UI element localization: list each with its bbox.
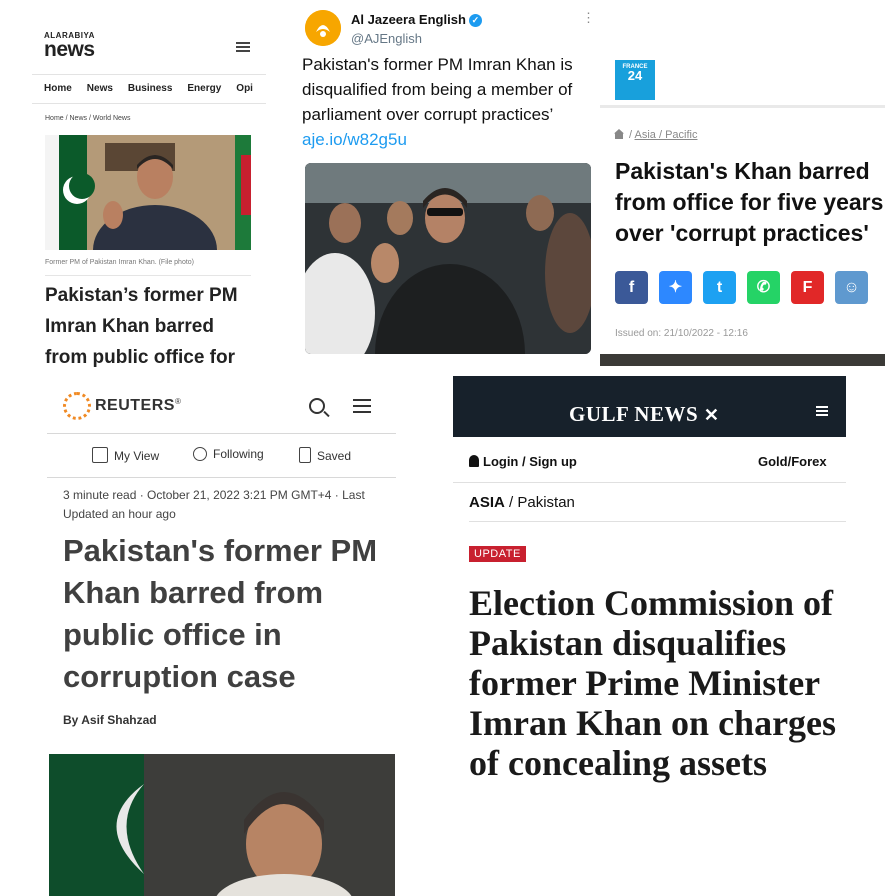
france24-logo[interactable]: FRANCE 24 [615,60,655,100]
reuters-toolbar: My View Following Saved [47,433,396,478]
reddit-icon[interactable]: ☺ [835,271,868,304]
alarabiya-article-screenshot: ALARABIYA news Home News Business Energy Opi… [0,0,266,376]
headline-line: Pakistan's Khan barred [615,158,870,184]
nav-item-energy[interactable]: Energy [187,75,221,103]
gulfnews-article-screenshot: GULF NEWS ✕ Login / Sign up Gold/Forex A… [453,376,846,896]
divider [45,275,251,276]
bookmark-icon [299,447,311,463]
headline-line: over 'corrupt practices' [615,220,869,246]
account-handle[interactable]: @AJEnglish [351,31,422,46]
my-view-icon [92,447,108,463]
breadcrumb: ASIA / Pakistan [469,494,575,511]
alarabiya-logo-big: news [44,38,95,61]
gulfnews-logo[interactable]: GULF NEWS ✕ [569,402,720,427]
flipboard-icon[interactable]: F [791,271,824,304]
tab-saved[interactable]: Saved [299,447,351,463]
twitter-icon[interactable]: t [703,271,736,304]
divider [469,521,846,522]
tab-label: Saved [317,449,352,463]
breadcrumb-asia[interactable]: ASIA [469,494,505,511]
article-photo-imran-khan [49,754,395,896]
byline[interactable]: By Asif Shahzad [63,713,157,727]
alarabiya-nav: Home News Business Energy Opi [32,74,266,104]
account-name-text: Al Jazeera English [351,12,466,27]
issued-date: Issued on: 21/10/2022 - 12:16 [615,328,748,339]
gulfnews-header: GULF NEWS ✕ [453,376,846,437]
messenger-icon[interactable]: ✦ [659,271,692,304]
article-meta: 3 minute read · October 21, 2022 3:21 PM… [63,488,365,521]
aljazeera-tweet-screenshot: Al Jazeera English ✓ @AJEnglish ⋮ Pakista… [300,0,600,362]
gulfnews-account-bar: Login / Sign up Gold/Forex [453,437,846,483]
hamburger-menu-icon[interactable] [236,42,250,52]
reuters-logo-icon [63,392,91,420]
next-photo-strip [600,354,885,366]
login-link[interactable]: Login / Sign up [469,454,577,469]
france24-header: FRANCE 24 [600,0,885,108]
gold-forex-link[interactable]: Gold/Forex [758,454,827,469]
reuters-wordmark: REUTERS [95,397,175,414]
tab-following[interactable]: Following [193,447,264,461]
more-options-icon[interactable]: ⋮ [582,10,595,26]
account-name[interactable]: Al Jazeera English ✓ [351,12,482,28]
home-icon[interactable] [614,129,624,139]
france24-article-screenshot: FRANCE 24 / Asia / Pacific Pakistan's Kh… [600,0,896,366]
nav-item-opinion[interactable]: Opi [236,75,253,103]
hamburger-menu-icon[interactable] [353,399,371,413]
reuters-article-screenshot: REUTERS® My View Following Saved 3 minut… [47,380,396,896]
article-photo-imran-khan [45,135,251,250]
reuters-logo[interactable]: REUTERS® [63,392,181,420]
tweet-link[interactable]: aje.io/w82g5u [302,130,407,149]
gulfnews-wordmark: GULF NEWS [569,402,699,426]
article-headline: Pakistan’s former PM Imran Khan barred f… [45,285,238,368]
update-badge: UPDATE [469,546,526,562]
person-icon [193,447,207,461]
aljazeera-logo-icon [305,10,341,46]
hamburger-menu-icon[interactable] [816,406,828,416]
breadcrumb-asia-pacific[interactable]: Asia / Pacific [635,129,698,141]
headline-line: from office for five years [615,189,884,215]
verified-badge-icon: ✓ [468,14,482,28]
user-icon [469,455,479,467]
breadcrumb[interactable]: Home / News / World News [45,115,130,122]
article-headline: Pakistan's former PM Khan barred from pu… [63,533,378,694]
photo-caption: Former PM of Pakistan Imran Khan. (File … [45,259,194,266]
breadcrumb: / Asia / Pacific [614,129,697,141]
photo-illustration [45,135,251,250]
article-headline: Election Commission of Pakistan disquali… [469,583,837,783]
tweet-text: Pakistan's former PM Imran Khan is disqu… [302,52,598,152]
article-headline: Pakistan's Khan barred from office for f… [615,156,896,249]
facebook-icon[interactable]: f [615,271,648,304]
avatar[interactable] [305,10,341,46]
nav-item-home[interactable]: Home [44,75,72,103]
nav-item-news[interactable]: News [87,75,113,103]
falcon-emblem-icon: ✕ [703,405,720,425]
tweet-photo-imran-khan[interactable] [305,163,591,354]
search-icon[interactable] [309,398,325,414]
tab-my-view[interactable]: My View [92,447,159,463]
whatsapp-icon[interactable]: ✆ [747,271,780,304]
breadcrumb-pakistan[interactable]: / Pakistan [509,494,575,511]
logo-text-24: 24 [627,68,643,83]
tab-label: My View [114,449,160,463]
login-label: Login / Sign up [483,454,577,469]
registered-mark: ® [174,396,181,406]
share-buttons: f ✦ t ✆ F ☺ [615,271,879,304]
nav-item-business[interactable]: Business [128,75,172,103]
photo-illustration [49,754,395,896]
photo-illustration [305,163,591,354]
tweet-body: Pakistan's former PM Imran Khan is disqu… [302,55,573,124]
tab-label: Following [213,447,264,461]
alarabiya-logo[interactable]: ALARABIYA news [44,32,95,61]
